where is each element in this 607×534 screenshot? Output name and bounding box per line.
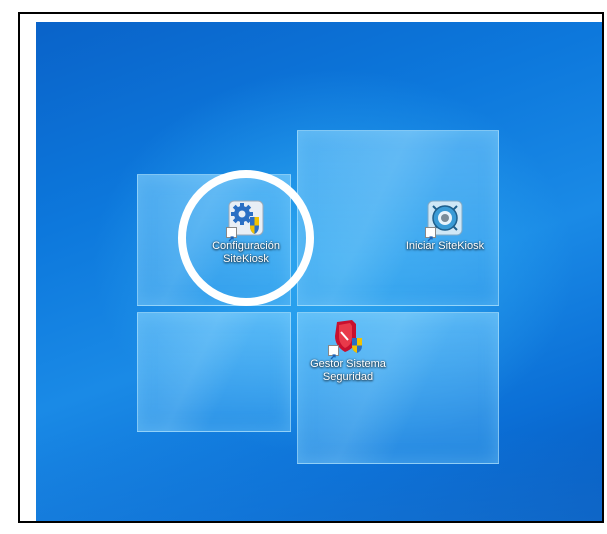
desktop-icon-iniciar-sitekiosk[interactable]: Iniciar SiteKiosk — [399, 200, 491, 253]
shortcut-arrow-icon — [328, 345, 339, 360]
desktop-icon-gestor-sistema-seguridad[interactable]: Gestor Sistema Seguridad — [302, 318, 394, 384]
desktop-icon-label: Iniciar SiteKiosk — [405, 240, 485, 252]
screenshot-frame: Configuración SiteKiosk Iniciar SiteKios… — [18, 12, 604, 523]
desktop-icon-label: Configuración SiteKiosk — [212, 240, 280, 265]
wallpaper-pane-bottom-left — [137, 312, 291, 432]
security-shield-icon — [328, 318, 366, 360]
shortcut-arrow-icon — [425, 227, 436, 242]
gear-shield-icon — [226, 200, 264, 242]
desktop-icon-configuracion-sitekiosk[interactable]: Configuración SiteKiosk — [200, 200, 292, 266]
desktop-icon-label: Gestor Sistema Seguridad — [310, 358, 386, 383]
sitekiosk-globe-icon — [425, 200, 463, 242]
windows-desktop: Configuración SiteKiosk Iniciar SiteKios… — [36, 22, 602, 521]
shortcut-arrow-icon — [226, 227, 237, 242]
